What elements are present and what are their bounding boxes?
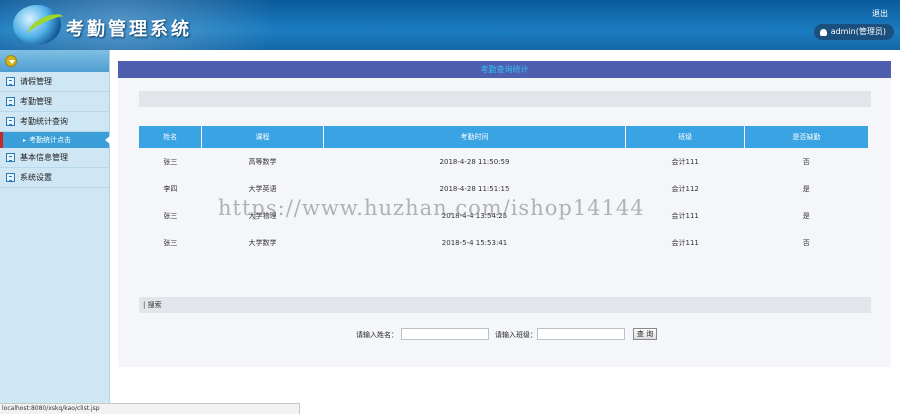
table-cell: 会计111 xyxy=(671,238,699,247)
table-cell: 是 xyxy=(802,211,810,220)
search-form: 请输入姓名： 请输入班级： 查 询 xyxy=(118,328,891,342)
user-label: admin(管理员) xyxy=(830,27,886,36)
list-icon xyxy=(6,117,15,126)
sidebar-item-label: 基本信息管理 xyxy=(20,153,68,162)
table-row: 张三 大学数学 2018-5-4 15:53:41 会计111 否 xyxy=(139,229,868,256)
sidebar-item-leave[interactable]: 请假管理 xyxy=(0,72,109,92)
active-arrow-icon xyxy=(105,136,110,144)
list-icon xyxy=(6,97,15,106)
table-cell: 张三 xyxy=(163,157,178,166)
sidebar-item-attendance[interactable]: 考勤管理 xyxy=(0,92,109,112)
column-header: 考勤时间 xyxy=(323,126,627,148)
bullet-icon: ▸ xyxy=(23,136,27,144)
panel-title: 考勤查询统计 xyxy=(118,61,891,78)
sidebar-subitem-stats-click[interactable]: ▸ 考勤统计点击 xyxy=(0,132,110,148)
sidebar-item-basic-info[interactable]: 基本信息管理 xyxy=(0,148,109,168)
sidebar-item-label: 考勤管理 xyxy=(20,97,52,106)
collapse-toggle-icon[interactable] xyxy=(5,55,17,67)
name-field-label: 请输入姓名： xyxy=(356,331,398,339)
table-cell: 李四 xyxy=(163,184,178,193)
list-icon xyxy=(6,173,15,182)
name-search-input[interactable] xyxy=(401,328,489,340)
sidebar-item-label: 考勤统计查询 xyxy=(20,117,68,126)
column-header: 是否缺勤 xyxy=(744,126,868,148)
logout-link[interactable]: 退出 xyxy=(872,8,888,19)
class-field-label: 请输入班级： xyxy=(495,331,537,339)
watermark-text: https://www.huzhan.com/ishop14144 xyxy=(218,196,645,220)
table-cell: 是 xyxy=(802,184,810,193)
sidebar-item-label: 请假管理 xyxy=(20,77,52,86)
sidebar: 请假管理 考勤管理 考勤统计查询 ▸ 考勤统计点击 基本信息管理 系统设置 xyxy=(0,50,110,414)
toolbar-strip xyxy=(139,91,871,107)
table-cell: 张三 xyxy=(163,211,178,220)
column-header: 班级 xyxy=(625,126,745,148)
sidebar-header xyxy=(0,50,109,72)
app-title: 考勤管理系统 xyxy=(66,19,192,40)
table-cell: 大学数学 xyxy=(248,238,277,247)
app-header: 考勤管理系统 退出 admin(管理员) xyxy=(0,0,900,50)
table-cell: 张三 xyxy=(163,238,178,247)
user-menu[interactable]: admin(管理员) xyxy=(813,24,894,40)
class-search-input[interactable] xyxy=(537,328,625,340)
table-cell: 2018-4-28 11:50:59 xyxy=(439,157,510,166)
list-icon xyxy=(6,77,15,86)
status-bar-url: localhost:8080/xskq/kao/clist.jsp xyxy=(0,403,300,414)
table-row: 张三 高等数学 2018-4-28 11:50:59 会计111 否 xyxy=(139,148,868,175)
search-section-title: | 搜索 xyxy=(139,297,871,313)
sidebar-item-label: 系统设置 xyxy=(20,173,52,182)
sidebar-subitem-label: 考勤统计点击 xyxy=(29,136,72,144)
table-cell: 会计111 xyxy=(671,157,699,166)
sidebar-item-settings[interactable]: 系统设置 xyxy=(0,168,109,188)
attendance-table: 姓名 课程 考勤时间 班级 是否缺勤 张三 高等数学 2018-4-28 11:… xyxy=(139,126,868,256)
sidebar-item-stats-query[interactable]: 考勤统计查询 xyxy=(0,112,109,132)
query-button[interactable]: 查 询 xyxy=(633,328,657,340)
table-cell: 2018-5-4 15:53:41 xyxy=(441,238,508,247)
app-logo xyxy=(13,5,67,45)
column-header: 课程 xyxy=(201,126,324,148)
table-header-row: 姓名 课程 考勤时间 班级 是否缺勤 xyxy=(139,126,868,148)
table-cell: 高等数学 xyxy=(248,157,277,166)
table-cell: 否 xyxy=(802,238,810,247)
list-icon xyxy=(6,153,15,162)
table-cell: 否 xyxy=(802,157,810,166)
user-icon xyxy=(819,28,827,36)
column-header: 姓名 xyxy=(139,126,203,148)
